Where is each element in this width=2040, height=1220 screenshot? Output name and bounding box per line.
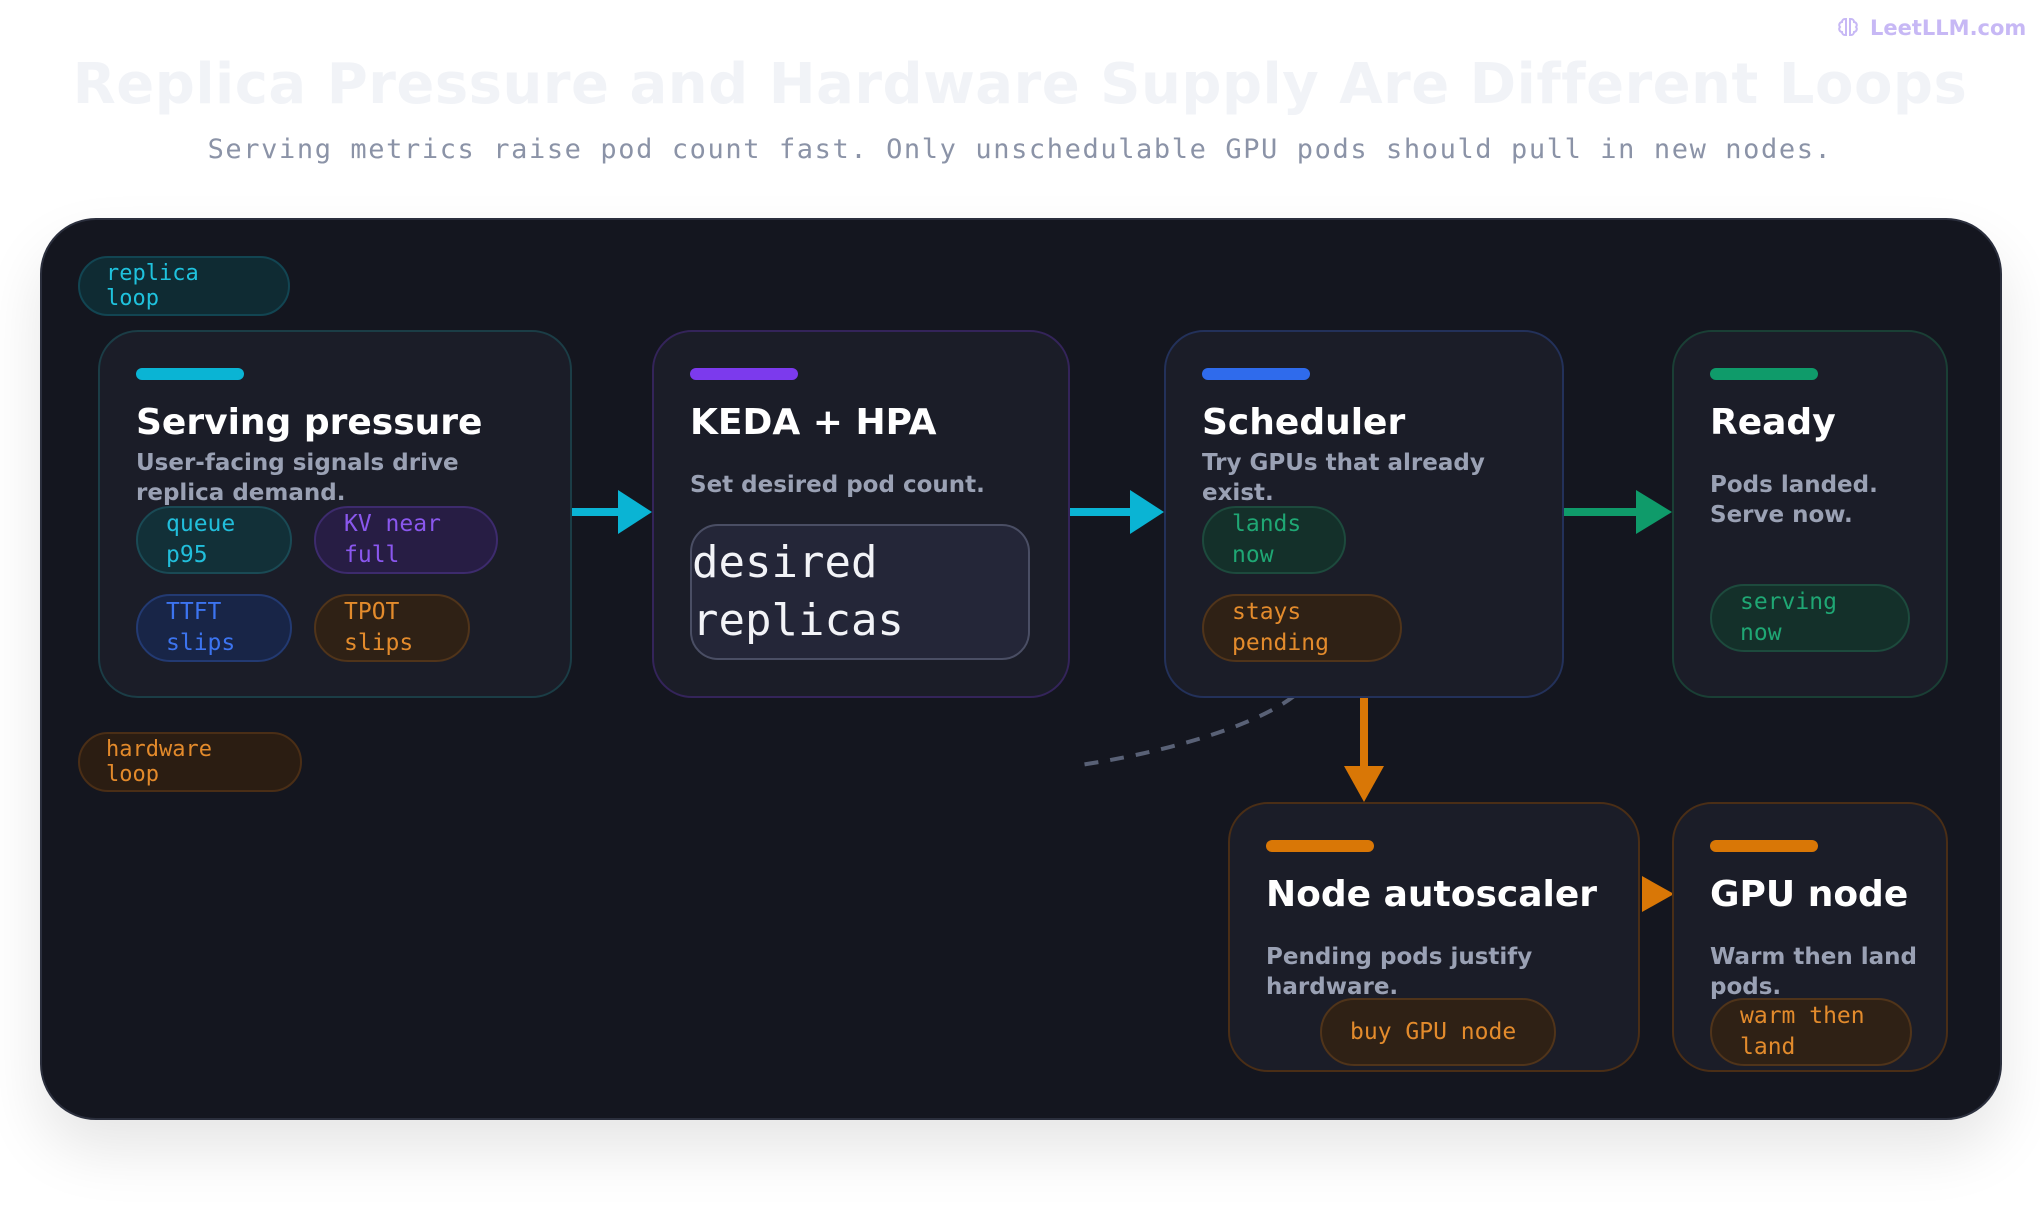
chip-buy-gpu-node: buy GPU node	[1320, 998, 1556, 1066]
gpu-node-desc: Warm then land pods.	[1710, 944, 1917, 1000]
chip-warm-then-land: warm then land	[1710, 998, 1912, 1066]
scheduler-card: Scheduler Try GPUs that already exist. l…	[1164, 330, 1564, 698]
chip-ttft-slips: TTFT slips	[136, 594, 292, 662]
brand-name: LeetLLM.com	[1870, 16, 2027, 40]
ready-desc: Pods landed. Serve now.	[1710, 472, 1878, 528]
desired-replicas-box: desired replicas	[690, 524, 1030, 660]
chip-queue-p95: queue p95	[136, 506, 292, 574]
scheduler-desc: Try GPUs that already exist.	[1202, 450, 1485, 506]
hardware-loop-tag: hardware loop	[78, 732, 302, 792]
serving-desc: User-facing signals drive replica demand…	[136, 450, 459, 506]
node-autoscaler-accent-bar	[1266, 840, 1374, 852]
ready-card: Ready Pods landed. Serve now. serving no…	[1672, 330, 1948, 698]
chip-stays-pending: stays pending	[1202, 594, 1402, 662]
gpu-node-title: GPU node	[1710, 874, 1909, 915]
replica-loop-tag: replica loop	[78, 256, 290, 316]
ready-title: Ready	[1710, 402, 1836, 443]
scheduler-accent-bar	[1202, 368, 1310, 380]
gpu-node-accent-bar	[1710, 840, 1818, 852]
keda-title: KEDA + HPA	[690, 402, 937, 443]
chip-kv-near-full: KV near full	[314, 506, 498, 574]
chip-serving-now: serving now	[1710, 584, 1910, 652]
keda-desc: Set desired pod count.	[690, 472, 985, 498]
page-subtitle: Serving metrics raise pod count fast. On…	[207, 134, 1833, 165]
brain-icon	[1838, 18, 1858, 36]
keda-hpa-card: KEDA + HPA Set desired pod count. desire…	[652, 330, 1070, 698]
gpu-node-card: GPU node Warm then land pods. warm then …	[1672, 802, 1948, 1072]
serving-pressure-card: Serving pressure User-facing signals dri…	[98, 330, 572, 698]
node-autoscaler-desc: Pending pods justify hardware.	[1266, 944, 1533, 1000]
keda-accent-bar	[690, 368, 798, 380]
chip-lands-now: lands now	[1202, 506, 1346, 574]
node-autoscaler-title: Node autoscaler	[1266, 874, 1598, 915]
node-autoscaler-card: Node autoscaler Pending pods justify har…	[1228, 802, 1640, 1072]
brand-logo[interactable]: LeetLLM.com	[1836, 16, 2026, 40]
serving-title: Serving pressure	[136, 402, 483, 443]
ready-accent-bar	[1710, 368, 1818, 380]
chip-tpot-slips: TPOT slips	[314, 594, 470, 662]
scheduler-title: Scheduler	[1202, 402, 1406, 443]
serving-accent-bar	[136, 368, 244, 380]
page-title: Replica Pressure and Hardware Supply Are…	[72, 52, 1968, 117]
